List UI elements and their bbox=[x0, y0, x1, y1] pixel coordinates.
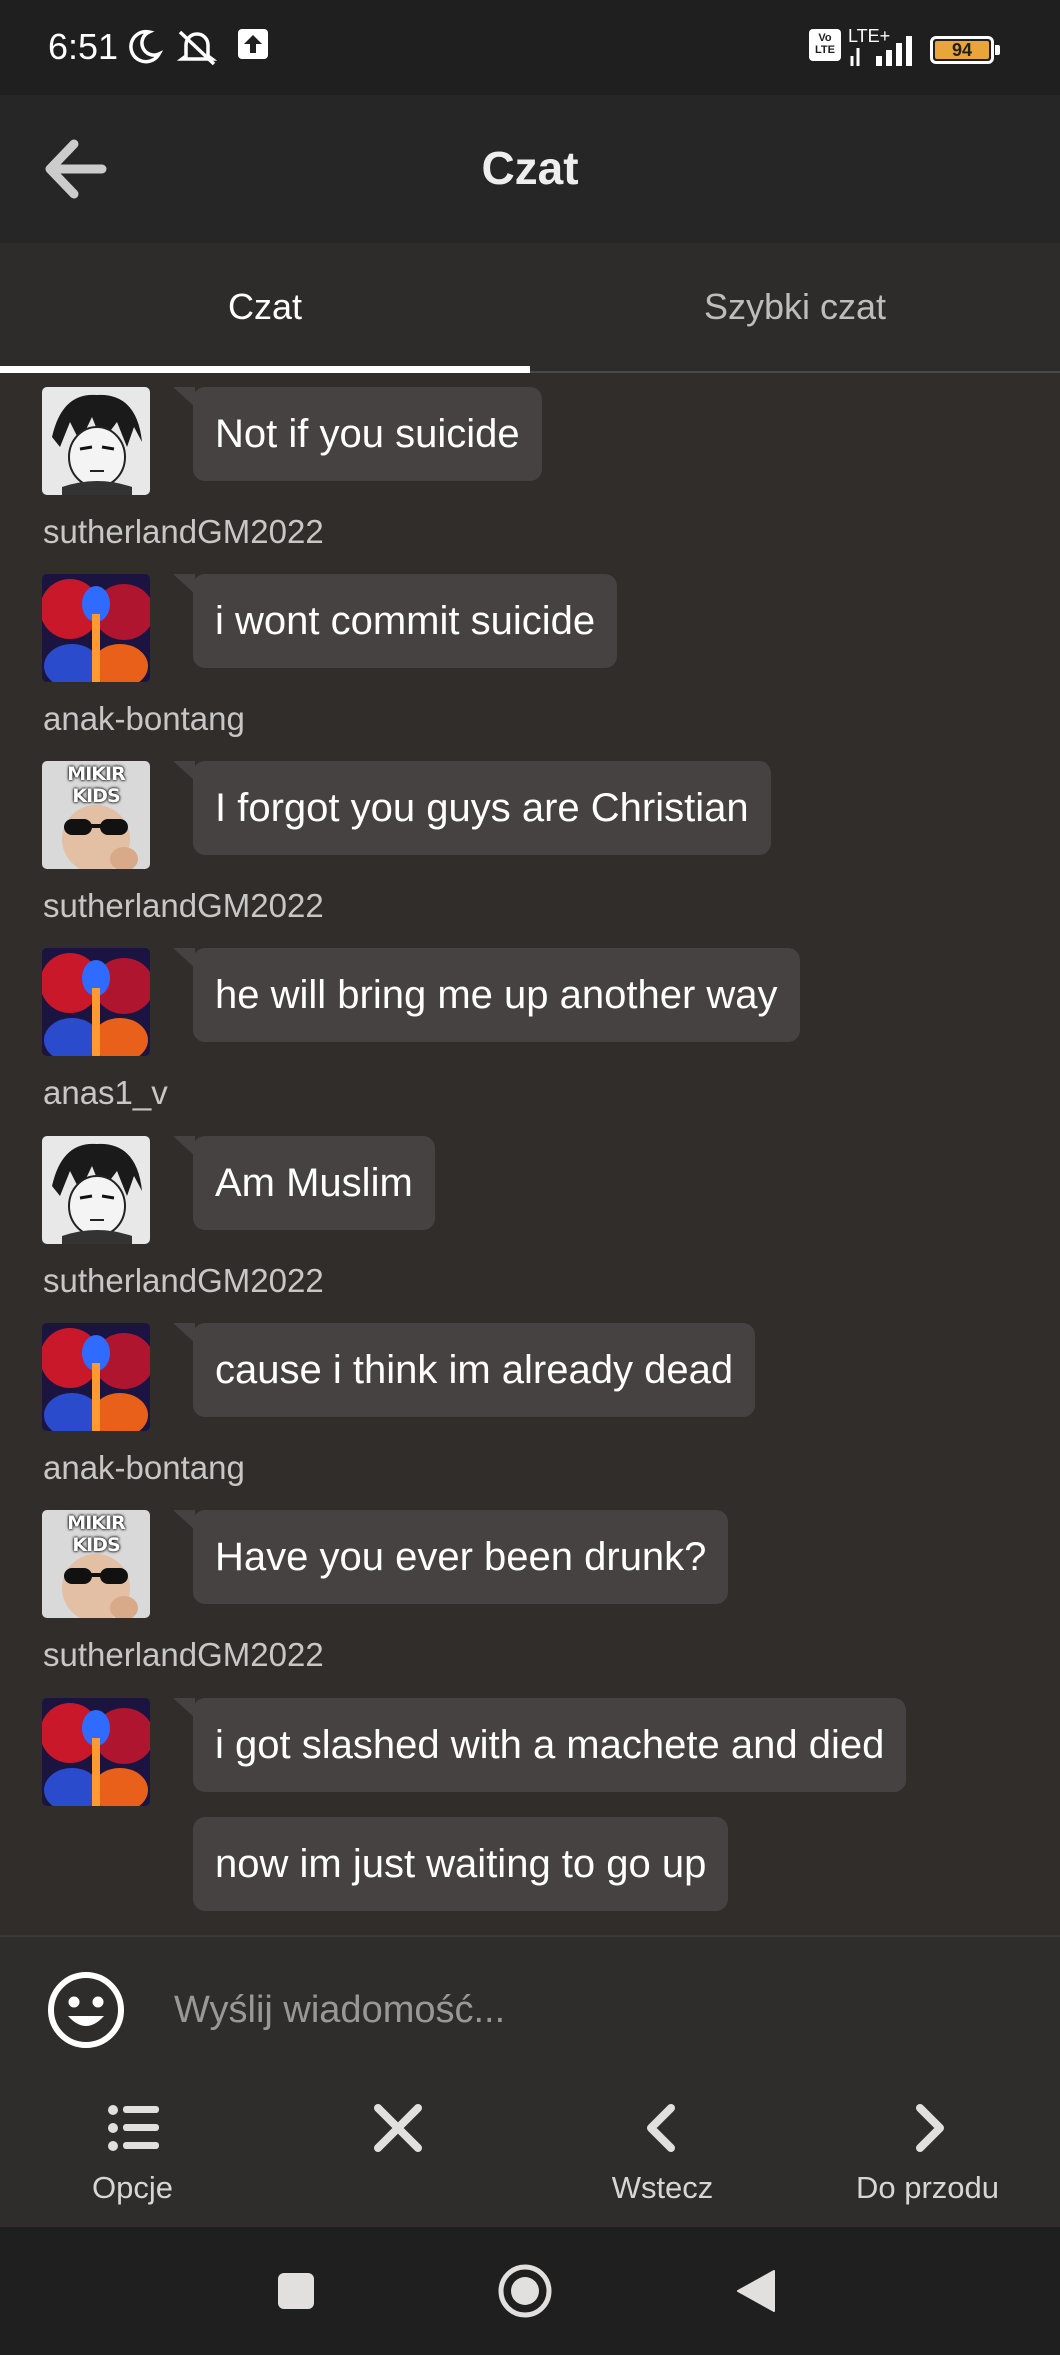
message-item: MIKIR KIDS I forgot you guys are Christi… bbox=[0, 761, 1060, 951]
forward-label: Do przodu bbox=[855, 2170, 1000, 2205]
bubble-tail bbox=[173, 574, 195, 594]
message-bubble[interactable]: I forgot you guys are Christian bbox=[193, 761, 771, 855]
muted-bell-icon bbox=[176, 30, 218, 66]
bottom-toolbar: Opcje Wstecz Do przodu bbox=[0, 2080, 1060, 2227]
back-label: Wstecz bbox=[611, 2170, 714, 2205]
bubble-tail bbox=[173, 1323, 195, 1343]
message-item: Am Muslim sutherlandGM2022 bbox=[0, 1136, 1060, 1326]
status-time: 6:51 bbox=[48, 26, 119, 67]
tab-bar: Czat Szybki czat bbox=[0, 243, 1060, 373]
upload-icon bbox=[238, 29, 268, 59]
message-item: cause i think im already dead anak-bonta… bbox=[0, 1323, 1060, 1513]
message-bubble[interactable]: i got slashed with a machete and died bbox=[193, 1698, 907, 1792]
app-header: Czat bbox=[0, 95, 1060, 243]
signal-icon bbox=[850, 36, 912, 66]
home-icon[interactable] bbox=[497, 2263, 553, 2319]
chevron-left-icon bbox=[646, 2104, 675, 2152]
message-username[interactable]: sutherlandGM2022 bbox=[43, 1262, 324, 1300]
tab-quick-chat[interactable]: Szybki czat bbox=[530, 243, 1060, 371]
message-username[interactable]: sutherlandGM2022 bbox=[43, 513, 324, 551]
bubble-tail bbox=[173, 1510, 195, 1530]
bubble-tail bbox=[173, 387, 195, 407]
bubble-tail bbox=[173, 1698, 195, 1718]
nebula-avatar[interactable] bbox=[42, 574, 150, 682]
message-bubble[interactable]: now im just waiting to go up bbox=[193, 1817, 729, 1911]
battery-icon: 94 bbox=[930, 36, 1000, 64]
emoji-icon[interactable] bbox=[46, 1970, 126, 2050]
message-item: i wont commit suicide anak-bontang bbox=[0, 574, 1060, 764]
message-bubble[interactable]: he will bring me up another way bbox=[193, 948, 800, 1042]
back-button[interactable]: Wstecz bbox=[530, 2080, 795, 2227]
avatar-caption: MIKIR KIDS bbox=[67, 763, 125, 807]
mikir-kids-avatar[interactable]: MIKIR KIDS bbox=[42, 1510, 150, 1618]
chevron-right-icon bbox=[915, 2104, 944, 2152]
message-item: MIKIR KIDS Have you ever been drunk? sut… bbox=[0, 1510, 1060, 1700]
message-bubble[interactable]: cause i think im already dead bbox=[193, 1323, 756, 1417]
system-navigation-bar bbox=[0, 2227, 1060, 2355]
system-back-icon[interactable] bbox=[734, 2269, 778, 2313]
message-username[interactable]: anas1_v bbox=[43, 1074, 168, 1112]
avatar-caption: MIKIR KIDS bbox=[67, 1512, 125, 1556]
nebula-avatar[interactable] bbox=[42, 948, 150, 1056]
message-bubble[interactable]: Am Muslim bbox=[193, 1136, 435, 1230]
manga-avatar[interactable] bbox=[42, 1136, 150, 1244]
message-input[interactable] bbox=[172, 1979, 996, 2041]
message-username[interactable]: sutherlandGM2022 bbox=[43, 1636, 324, 1674]
volte-label: Vo LTE bbox=[815, 32, 835, 56]
forward-button[interactable]: Do przodu bbox=[795, 2080, 1060, 2227]
message-bubble[interactable]: Have you ever been drunk? bbox=[193, 1510, 729, 1604]
nebula-avatar[interactable] bbox=[42, 1698, 150, 1806]
message-item: Not if you suicide sutherlandGM2022 bbox=[0, 387, 1060, 577]
message-bubble[interactable]: i wont commit suicide bbox=[193, 574, 618, 668]
bubble-tail bbox=[173, 761, 195, 781]
message-username[interactable]: anak-bontang bbox=[43, 1449, 245, 1487]
mikir-kids-avatar[interactable]: MIKIR KIDS bbox=[42, 761, 150, 869]
message-username[interactable]: anak-bontang bbox=[43, 700, 245, 738]
list-icon bbox=[107, 2105, 159, 2151]
message-item: he will bring me up another way anas1_v bbox=[0, 948, 1060, 1138]
bubble-tail bbox=[173, 948, 195, 968]
recents-icon[interactable] bbox=[276, 2271, 316, 2311]
page-title: Czat bbox=[481, 142, 579, 194]
options-label: Opcje bbox=[92, 2170, 173, 2205]
close-icon bbox=[373, 2104, 422, 2152]
nebula-avatar[interactable] bbox=[42, 1323, 150, 1431]
options-button[interactable]: Opcje bbox=[0, 2080, 265, 2227]
message-bubble[interactable]: Not if you suicide bbox=[193, 387, 542, 481]
close-button[interactable] bbox=[265, 2080, 530, 2227]
status-bar: 6:51 Vo LTE LTE+ 94 bbox=[0, 0, 1060, 95]
manga-avatar[interactable] bbox=[42, 387, 150, 495]
battery-level: 94 bbox=[951, 40, 973, 60]
tab-chat[interactable]: Czat bbox=[0, 243, 530, 371]
message-composer bbox=[0, 1935, 1060, 2082]
active-tab-indicator bbox=[0, 366, 530, 373]
moon-icon bbox=[129, 29, 163, 64]
message-username[interactable]: sutherlandGM2022 bbox=[43, 887, 324, 925]
bubble-tail bbox=[173, 1136, 195, 1156]
